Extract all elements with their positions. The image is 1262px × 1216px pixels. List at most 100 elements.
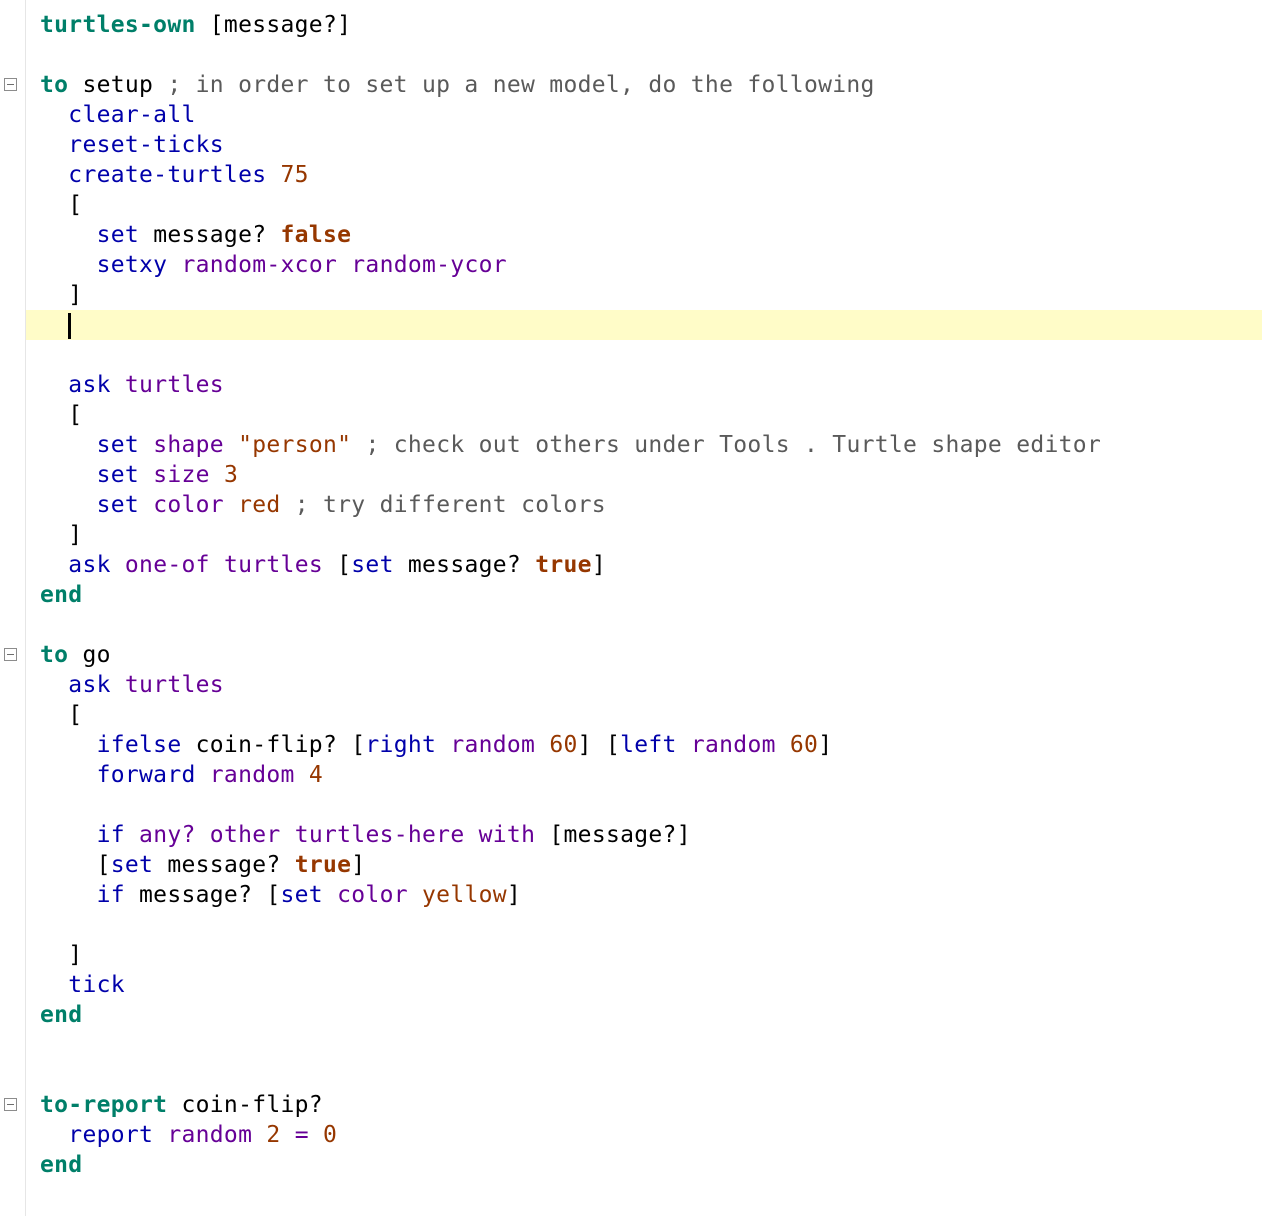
code-token: random [167, 1122, 253, 1148]
code-line[interactable] [26, 610, 1262, 640]
code-line[interactable]: if any? other turtles-here with [message… [26, 820, 1262, 850]
code-token: end [40, 582, 83, 608]
code-line[interactable]: set message? false [26, 220, 1262, 250]
code-line[interactable]: turtles-own [message?] [26, 10, 1262, 40]
code-line[interactable] [26, 40, 1262, 70]
code-line[interactable]: end [26, 1000, 1262, 1030]
code-line[interactable]: to-report coin-flip? [26, 1090, 1262, 1120]
code-line[interactable] [26, 310, 1262, 340]
code-token: to [40, 72, 69, 98]
code-line[interactable] [26, 1060, 1262, 1090]
code-token: [ [40, 852, 111, 878]
code-token: ifelse [96, 732, 182, 758]
code-token: go [68, 642, 111, 668]
code-line[interactable]: ] [26, 280, 1262, 310]
code-token: 3 [223, 462, 239, 488]
code-line[interactable]: end [26, 1150, 1262, 1180]
code-token: ] [40, 942, 83, 968]
code-token: 60 [789, 732, 819, 758]
code-token: turtles [124, 372, 224, 398]
code-line[interactable]: ask turtles [26, 370, 1262, 400]
code-line[interactable]: [ [26, 400, 1262, 430]
code-token: "person" [238, 432, 352, 458]
code-token: [ [40, 192, 83, 218]
code-token: any? [139, 822, 196, 848]
code-line[interactable]: set color red ; try different colors [26, 490, 1262, 520]
code-token: end [40, 1152, 83, 1178]
code-token: right [365, 732, 437, 758]
fold-collapse-icon[interactable] [4, 1098, 17, 1111]
code-token: [message?] [195, 12, 352, 38]
code-token: create-turtles [68, 162, 267, 188]
code-line[interactable]: [set message? true] [26, 850, 1262, 880]
code-line[interactable]: ] [26, 940, 1262, 970]
code-token: random-ycor [351, 252, 507, 278]
code-token: setup [68, 72, 168, 98]
code-line[interactable]: set size 3 [26, 460, 1262, 490]
code-token: yellow [422, 882, 507, 908]
code-token: ask [68, 672, 111, 698]
code-line[interactable]: [ [26, 190, 1262, 220]
fold-collapse-icon[interactable] [4, 648, 17, 661]
code-token: ] [ [577, 732, 621, 758]
code-line[interactable]: set shape "person" ; check out others un… [26, 430, 1262, 460]
code-line[interactable]: setxy random-xcor random-ycor [26, 250, 1262, 280]
code-line[interactable] [26, 790, 1262, 820]
code-token: if [96, 822, 125, 848]
code-line[interactable]: to setup ; in order to set up a new mode… [26, 70, 1262, 100]
code-line[interactable]: if message? [set color yellow] [26, 880, 1262, 910]
code-token: ; in order to set up a new model, do the… [167, 72, 875, 98]
code-token: turtles [223, 552, 323, 578]
code-line[interactable]: ifelse coin-flip? [right random 60] [lef… [26, 730, 1262, 760]
code-editor[interactable]: turtles-own [message?] to setup ; in ord… [0, 0, 1262, 1216]
code-token: set [96, 492, 140, 518]
code-line[interactable]: ask one-of turtles [set message? true] [26, 550, 1262, 580]
code-token: message? [153, 852, 295, 878]
code-line[interactable] [26, 1030, 1262, 1060]
code-token: ] [40, 282, 83, 308]
code-line[interactable]: forward random 4 [26, 760, 1262, 790]
code-token: set [110, 852, 154, 878]
code-token: to [40, 642, 69, 668]
code-token: random [209, 762, 295, 788]
code-line[interactable]: ask turtles [26, 670, 1262, 700]
code-token: end [40, 1002, 83, 1028]
code-line[interactable]: [ [26, 700, 1262, 730]
code-area[interactable]: turtles-own [message?] to setup ; in ord… [26, 10, 1262, 1180]
code-line[interactable]: clear-all [26, 100, 1262, 130]
code-token: coin-flip? [ [181, 732, 366, 758]
code-line[interactable]: ] [26, 520, 1262, 550]
code-line[interactable]: reset-ticks [26, 130, 1262, 160]
code-line[interactable]: end [26, 580, 1262, 610]
code-line[interactable]: tick [26, 970, 1262, 1000]
code-token: red [238, 492, 281, 518]
code-line[interactable] [26, 910, 1262, 940]
code-token: coin-flip? [167, 1092, 323, 1118]
code-line[interactable]: report random 2 = 0 [26, 1120, 1262, 1150]
code-line[interactable] [26, 340, 1262, 370]
code-token: to-report [40, 1092, 168, 1118]
code-line[interactable]: to go [26, 640, 1262, 670]
code-line[interactable]: create-turtles 75 [26, 160, 1262, 190]
code-token: [message?] [535, 822, 691, 848]
fold-collapse-icon[interactable] [4, 78, 17, 91]
